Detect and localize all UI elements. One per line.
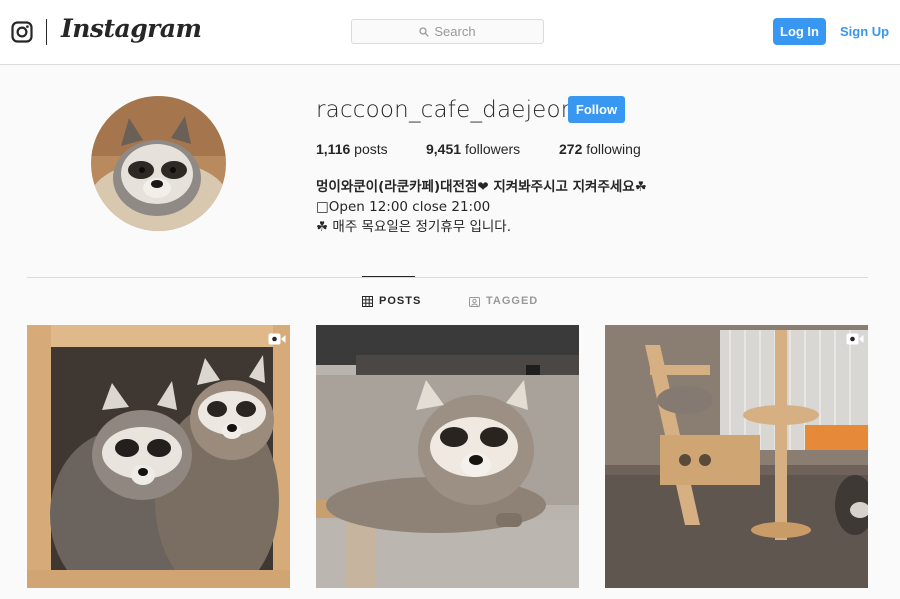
tab-tagged[interactable]: TAGGED	[469, 295, 538, 307]
tagged-icon	[469, 296, 480, 307]
post-thumbnail[interactable]	[316, 325, 579, 588]
video-icon	[268, 333, 286, 345]
posts-count-stat: 1,116 posts	[316, 141, 388, 157]
followers-label: followers	[464, 141, 521, 157]
bio-hours-line: □Open 12:00 close 21:00	[316, 199, 491, 215]
active-tab-indicator	[362, 276, 415, 277]
tab-posts[interactable]: POSTS	[362, 295, 421, 307]
grid-icon	[362, 295, 373, 307]
profile-username: raccoon_cafe_daejeon	[316, 97, 576, 123]
tab-tagged-label: TAGGED	[486, 295, 539, 307]
bio-closed-day-line: ☘ 매주 목요일은 정기휴무 입니다.	[316, 219, 512, 235]
post-image	[27, 325, 290, 588]
login-button[interactable]: Log In	[773, 18, 826, 45]
instagram-wordmark-logo[interactable]: Instagram	[61, 14, 202, 43]
following-label: following	[586, 141, 641, 157]
posts-count: 1,116	[316, 141, 351, 157]
video-icon	[846, 333, 864, 345]
followers-count: 9,451	[426, 141, 462, 157]
followers-stat[interactable]: 9,451 followers	[426, 141, 520, 157]
signup-link[interactable]: Sign Up	[840, 24, 889, 39]
instagram-camera-icon[interactable]	[11, 21, 33, 43]
post-thumbnail[interactable]	[27, 325, 290, 588]
profile-display-name: 멍이와쿤이(라쿤카페)대전점❤ 지켜봐주시고 지켜주세요☘	[316, 179, 647, 195]
following-stat[interactable]: 272 following	[559, 141, 641, 157]
tab-posts-label: POSTS	[379, 295, 422, 307]
post-thumbnail[interactable]	[605, 325, 868, 588]
search-placeholder: Search	[434, 24, 476, 39]
top-navigation-bar: Instagram Search Log In Sign Up	[0, 0, 900, 65]
header-divider	[46, 19, 47, 45]
follow-button[interactable]: Follow	[568, 96, 625, 123]
posts-label: posts	[354, 141, 388, 157]
search-input[interactable]: Search	[351, 19, 544, 44]
profile-bio: 멍이와쿤이(라쿤카페)대전점❤ 지켜봐주시고 지켜주세요☘ □Open 12:0…	[316, 177, 647, 237]
post-image	[316, 325, 579, 588]
tabs-divider	[27, 277, 868, 278]
profile-avatar[interactable]	[91, 96, 226, 231]
following-count: 272	[559, 141, 583, 157]
search-icon	[419, 26, 430, 37]
post-image	[605, 325, 868, 588]
